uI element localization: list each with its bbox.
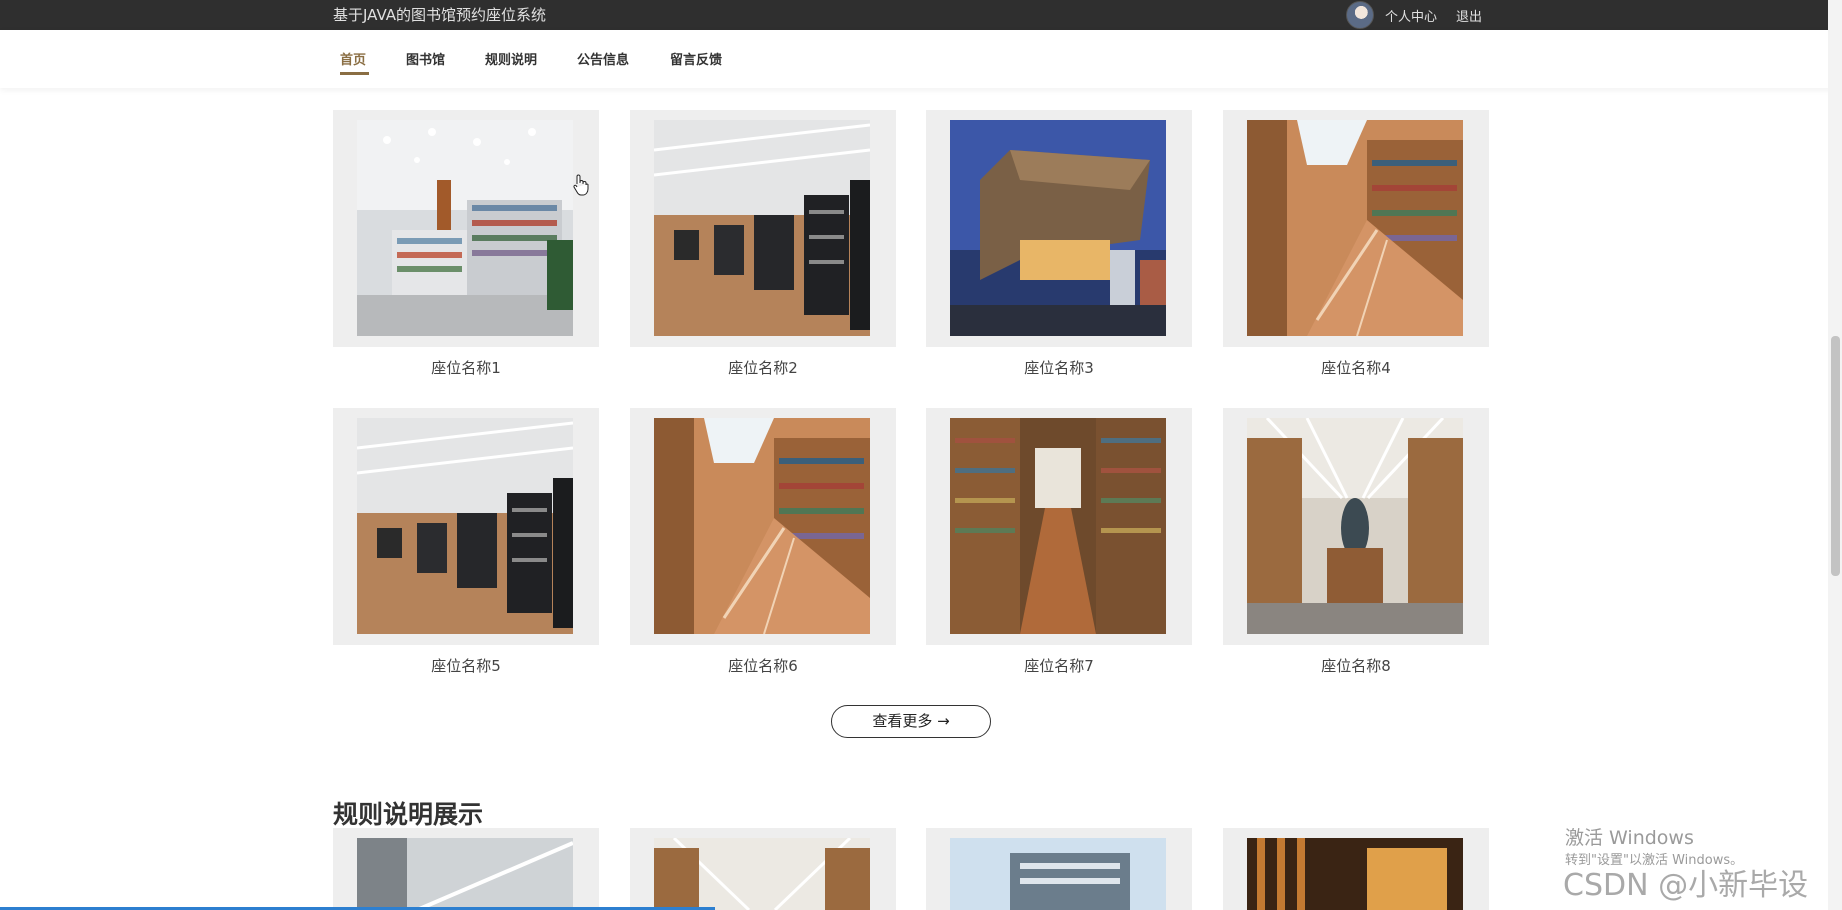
top-bar: 基于JAVA的图书馆预约座位系统 个人中心 退出	[0, 0, 1842, 30]
hand-cursor-icon	[573, 174, 589, 196]
avatar[interactable]	[1346, 1, 1374, 29]
rule-image-1[interactable]	[357, 838, 573, 910]
user-center-link[interactable]: 个人中心	[1385, 6, 1437, 25]
seat-card-4[interactable]	[1223, 110, 1489, 347]
rule-image-3[interactable]	[950, 838, 1166, 910]
nav-item-notices[interactable]: 公告信息	[577, 49, 629, 68]
seat-card-7[interactable]	[926, 408, 1192, 645]
seat-name-3[interactable]: 座位名称3	[926, 357, 1192, 378]
rule-image-2[interactable]	[654, 838, 870, 910]
seat-name-4[interactable]: 座位名称4	[1223, 357, 1489, 378]
seat-card-6[interactable]	[630, 408, 896, 645]
seat-name-7[interactable]: 座位名称7	[926, 655, 1192, 676]
rule-image-4[interactable]	[1247, 838, 1463, 910]
seat-image-5[interactable]	[357, 418, 573, 634]
csdn-watermark: CSDN @小新毕设	[1563, 868, 1809, 903]
seat-card-8[interactable]	[1223, 408, 1489, 645]
logout-link[interactable]: 退出	[1456, 6, 1482, 25]
scrollbar-thumb[interactable]	[1831, 336, 1840, 576]
main-nav: 首页 图书馆 规则说明 公告信息 留言反馈	[0, 30, 1842, 88]
seat-image-7[interactable]	[950, 418, 1166, 634]
seat-image-8[interactable]	[1247, 418, 1463, 634]
seat-name-2[interactable]: 座位名称2	[630, 357, 896, 378]
nav-item-home[interactable]: 首页	[340, 49, 366, 68]
seat-image-2[interactable]	[654, 120, 870, 336]
rule-card-4[interactable]	[1223, 828, 1489, 910]
seat-card-1[interactable]	[333, 110, 599, 347]
nav-item-feedback[interactable]: 留言反馈	[670, 49, 722, 68]
site-title: 基于JAVA的图书馆预约座位系统	[333, 6, 547, 24]
seat-name-1[interactable]: 座位名称1	[333, 357, 599, 378]
seat-name-5[interactable]: 座位名称5	[333, 655, 599, 676]
seat-image-3[interactable]	[950, 120, 1166, 336]
seat-card-3[interactable]	[926, 110, 1192, 347]
rule-card-1[interactable]	[333, 828, 599, 910]
windows-activate-watermark: 激活 Windows	[1565, 827, 1694, 849]
nav-active-indicator	[340, 72, 369, 75]
seat-name-6[interactable]: 座位名称6	[630, 655, 896, 676]
nav-item-rules[interactable]: 规则说明	[485, 49, 537, 68]
nav-item-library[interactable]: 图书馆	[406, 49, 445, 68]
rule-card-3[interactable]	[926, 828, 1192, 910]
seat-card-2[interactable]	[630, 110, 896, 347]
view-more-button[interactable]: 查看更多 →	[831, 705, 991, 738]
seat-card-5[interactable]	[333, 408, 599, 645]
seat-image-6[interactable]	[654, 418, 870, 634]
seat-name-8[interactable]: 座位名称8	[1223, 655, 1489, 676]
rule-card-2[interactable]	[630, 828, 896, 910]
seat-image-4[interactable]	[1247, 120, 1463, 336]
seat-image-1[interactable]	[357, 120, 573, 336]
rules-section-title: 规则说明展示	[333, 800, 484, 829]
